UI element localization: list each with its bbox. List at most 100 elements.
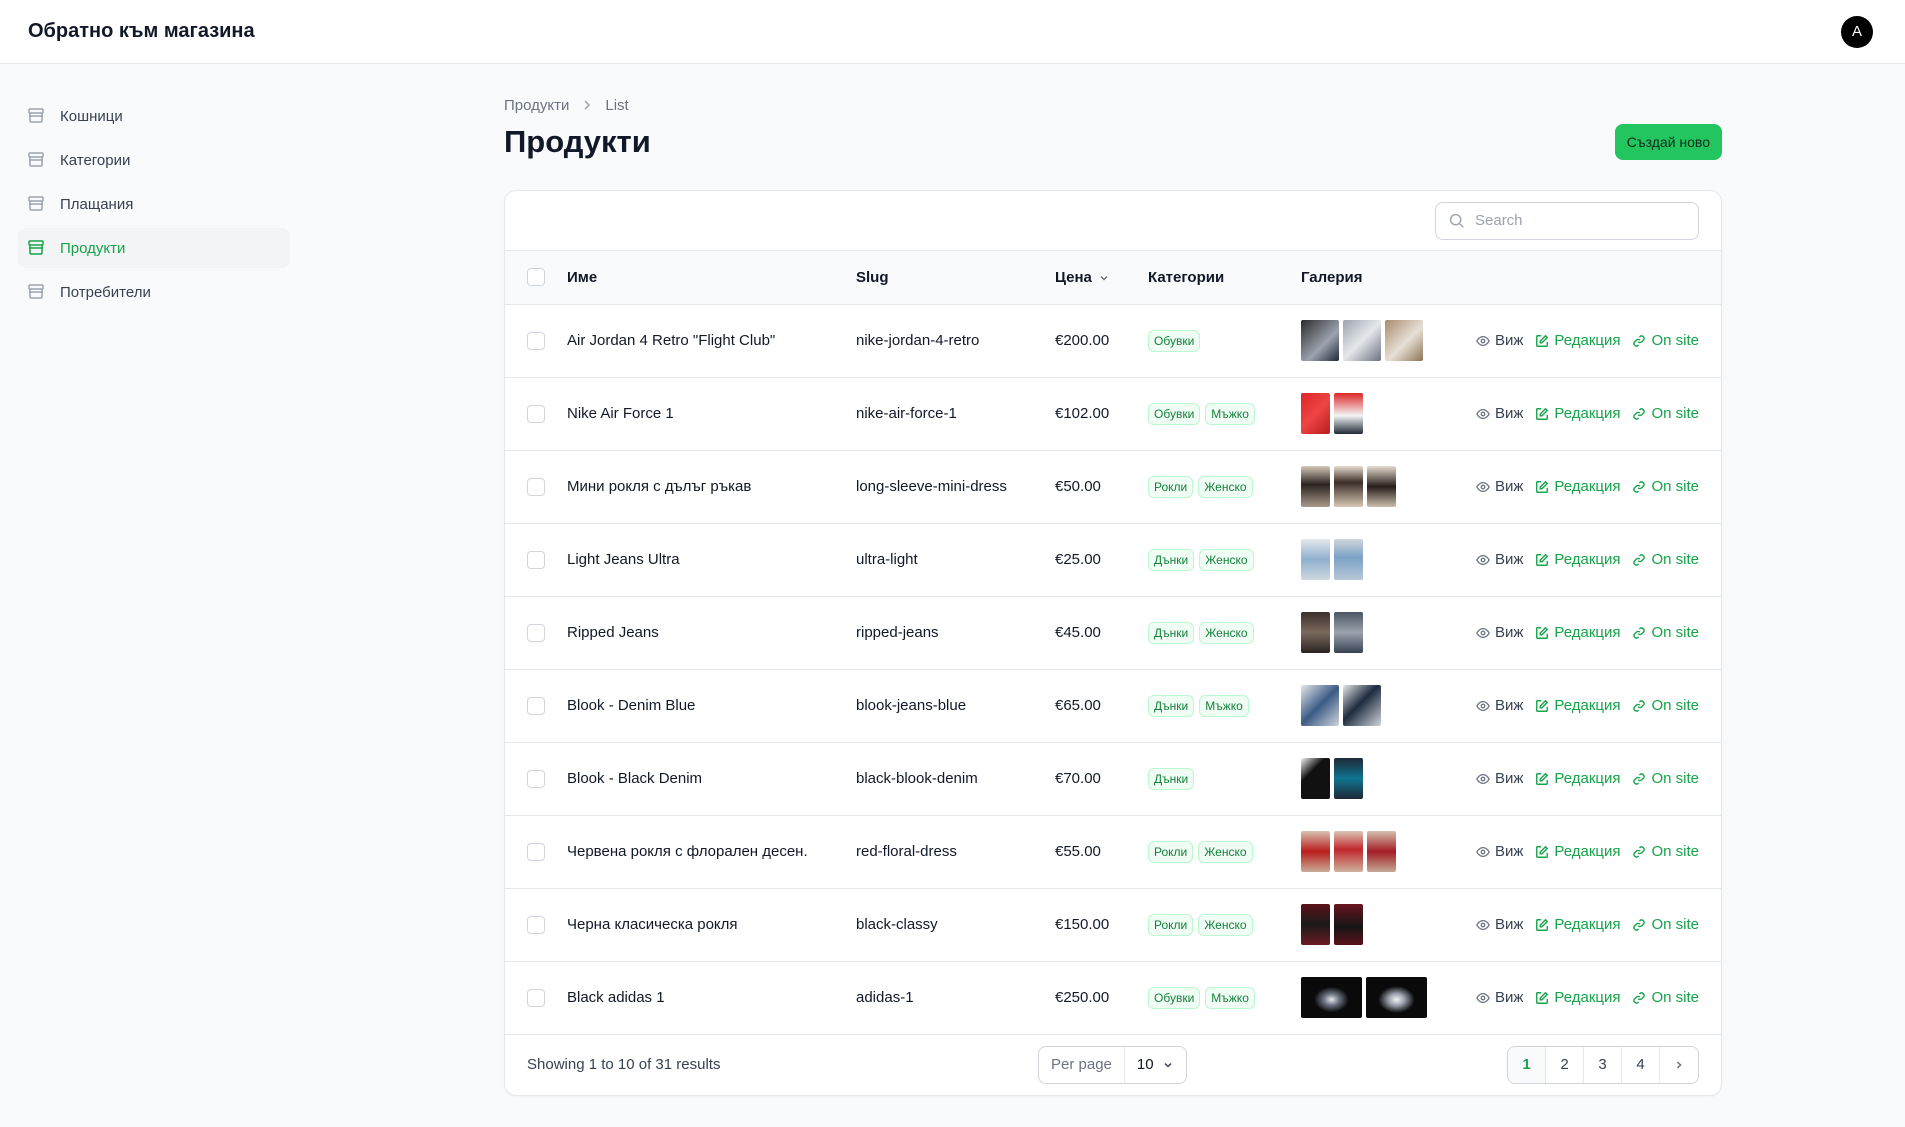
sidebar-item-carts[interactable]: Кошници: [18, 96, 290, 136]
view-link[interactable]: Виж: [1476, 843, 1523, 860]
sidebar-item-products[interactable]: Продукти: [18, 228, 290, 268]
category-badge: Обувки: [1148, 986, 1201, 1009]
edit-link[interactable]: Редакция: [1535, 551, 1620, 568]
page-button-2[interactable]: 2: [1546, 1046, 1584, 1083]
gallery-thumbnail[interactable]: [1367, 466, 1396, 507]
row-checkbox[interactable]: [527, 696, 545, 715]
row-checkbox[interactable]: [527, 842, 545, 861]
gallery-thumbnail[interactable]: [1343, 685, 1381, 726]
on-site-link[interactable]: On site: [1632, 916, 1699, 933]
on-site-link[interactable]: On site: [1632, 551, 1699, 568]
on-site-link[interactable]: On site: [1632, 478, 1699, 495]
gallery-thumbnail[interactable]: [1301, 685, 1339, 726]
select-all-checkbox[interactable]: [527, 268, 545, 287]
gallery-thumbnail[interactable]: [1334, 393, 1363, 434]
page-button-1[interactable]: 1: [1508, 1046, 1546, 1083]
gallery-thumbnail[interactable]: [1301, 831, 1330, 872]
gallery-thumbnail[interactable]: [1334, 539, 1363, 580]
view-link[interactable]: Виж: [1476, 770, 1523, 787]
per-page-value-wrap[interactable]: 10: [1125, 1056, 1186, 1073]
gallery-thumbnail[interactable]: [1301, 977, 1362, 1018]
row-checkbox[interactable]: [527, 769, 545, 788]
edit-link[interactable]: Редакция: [1535, 332, 1620, 349]
gallery-thumbnail[interactable]: [1301, 466, 1330, 507]
link-icon: [1633, 699, 1646, 712]
view-link[interactable]: Виж: [1476, 551, 1523, 568]
edit-link[interactable]: Редакция: [1535, 989, 1620, 1006]
gallery-thumbnail[interactable]: [1301, 320, 1339, 361]
page-button-3[interactable]: 3: [1584, 1046, 1622, 1083]
edit-label: Редакция: [1554, 770, 1621, 787]
column-header-price[interactable]: Цена: [1055, 251, 1148, 304]
create-new-button[interactable]: Създай ново: [1614, 124, 1722, 160]
row-checkbox[interactable]: [527, 550, 545, 569]
view-link[interactable]: Виж: [1476, 916, 1523, 933]
edit-icon: [1536, 991, 1549, 1004]
edit-link[interactable]: Редакция: [1535, 478, 1620, 495]
sidebar-item-users[interactable]: Потребители: [18, 272, 290, 312]
gallery-thumbnail[interactable]: [1367, 831, 1396, 872]
view-link[interactable]: Виж: [1476, 332, 1523, 349]
view-link[interactable]: Виж: [1476, 478, 1523, 495]
product-price: €50.00: [1055, 478, 1101, 495]
per-page-select[interactable]: Per page 10: [1038, 1045, 1187, 1084]
gallery-thumbnail[interactable]: [1334, 904, 1363, 945]
on-site-link[interactable]: On site: [1632, 989, 1699, 1006]
gallery-thumbnail[interactable]: [1301, 539, 1330, 580]
edit-link[interactable]: Редакция: [1535, 624, 1620, 641]
search-input[interactable]: [1475, 212, 1685, 229]
column-header-gallery: Галерия: [1301, 268, 1363, 286]
search-box[interactable]: [1435, 201, 1699, 240]
gallery-thumbnail[interactable]: [1334, 612, 1363, 653]
view-link[interactable]: Виж: [1476, 697, 1523, 714]
view-label: Виж: [1494, 405, 1524, 422]
product-slug: blook-jeans-blue: [856, 697, 967, 714]
edit-link[interactable]: Редакция: [1535, 405, 1620, 422]
sidebar-item-categories[interactable]: Категории: [18, 140, 290, 180]
eye-icon: [1476, 554, 1490, 565]
column-header-categories: Категории: [1148, 268, 1225, 286]
product-slug: ripped-jeans: [856, 624, 939, 641]
gallery-thumbnail[interactable]: [1334, 758, 1363, 799]
gallery-thumbnail[interactable]: [1301, 904, 1330, 945]
next-page-button[interactable]: [1660, 1047, 1698, 1083]
view-link[interactable]: Виж: [1476, 624, 1523, 641]
on-site-link[interactable]: On site: [1632, 843, 1699, 860]
on-site-link[interactable]: On site: [1632, 697, 1699, 714]
edit-link[interactable]: Редакция: [1535, 770, 1620, 787]
edit-label: Редакция: [1554, 916, 1621, 933]
products-table-card: Име Slug Цена Категории Галерия Air Jord…: [504, 190, 1722, 1096]
back-to-shop-link[interactable]: Обратно към магазина: [28, 20, 255, 43]
on-site-link[interactable]: On site: [1632, 405, 1699, 422]
on-site-link[interactable]: On site: [1632, 624, 1699, 641]
gallery-thumbnail[interactable]: [1334, 466, 1363, 507]
table-row: Blook - Denim Blue blook-jeans-blue €65.…: [505, 669, 1721, 742]
gallery-thumbnail[interactable]: [1301, 612, 1330, 653]
row-checkbox[interactable]: [527, 915, 545, 934]
row-checkbox[interactable]: [527, 477, 545, 496]
gallery: [1301, 393, 1466, 434]
breadcrumb-root-link[interactable]: Продукти: [504, 97, 569, 114]
row-checkbox[interactable]: [527, 331, 545, 350]
row-checkbox[interactable]: [527, 404, 545, 423]
user-avatar[interactable]: A: [1841, 15, 1873, 48]
view-link[interactable]: Виж: [1476, 405, 1523, 422]
row-checkbox[interactable]: [527, 623, 545, 642]
gallery-thumbnail[interactable]: [1334, 831, 1363, 872]
row-checkbox[interactable]: [527, 988, 545, 1007]
view-label: Виж: [1494, 332, 1524, 349]
edit-link[interactable]: Редакция: [1535, 843, 1620, 860]
gallery-thumbnail[interactable]: [1385, 320, 1423, 361]
page-button-4[interactable]: 4: [1622, 1046, 1660, 1083]
gallery-thumbnail[interactable]: [1343, 320, 1381, 361]
sidebar-item-payments[interactable]: Плащания: [18, 184, 290, 224]
gallery-thumbnail[interactable]: [1301, 393, 1330, 434]
on-site-link[interactable]: On site: [1632, 332, 1699, 349]
view-link[interactable]: Виж: [1476, 989, 1523, 1006]
edit-link[interactable]: Редакция: [1535, 916, 1620, 933]
on-site-link[interactable]: On site: [1632, 770, 1699, 787]
gallery-thumbnail[interactable]: [1366, 977, 1427, 1018]
edit-link[interactable]: Редакция: [1535, 697, 1620, 714]
category-badge: Рокли: [1148, 913, 1194, 936]
gallery-thumbnail[interactable]: [1301, 758, 1330, 799]
